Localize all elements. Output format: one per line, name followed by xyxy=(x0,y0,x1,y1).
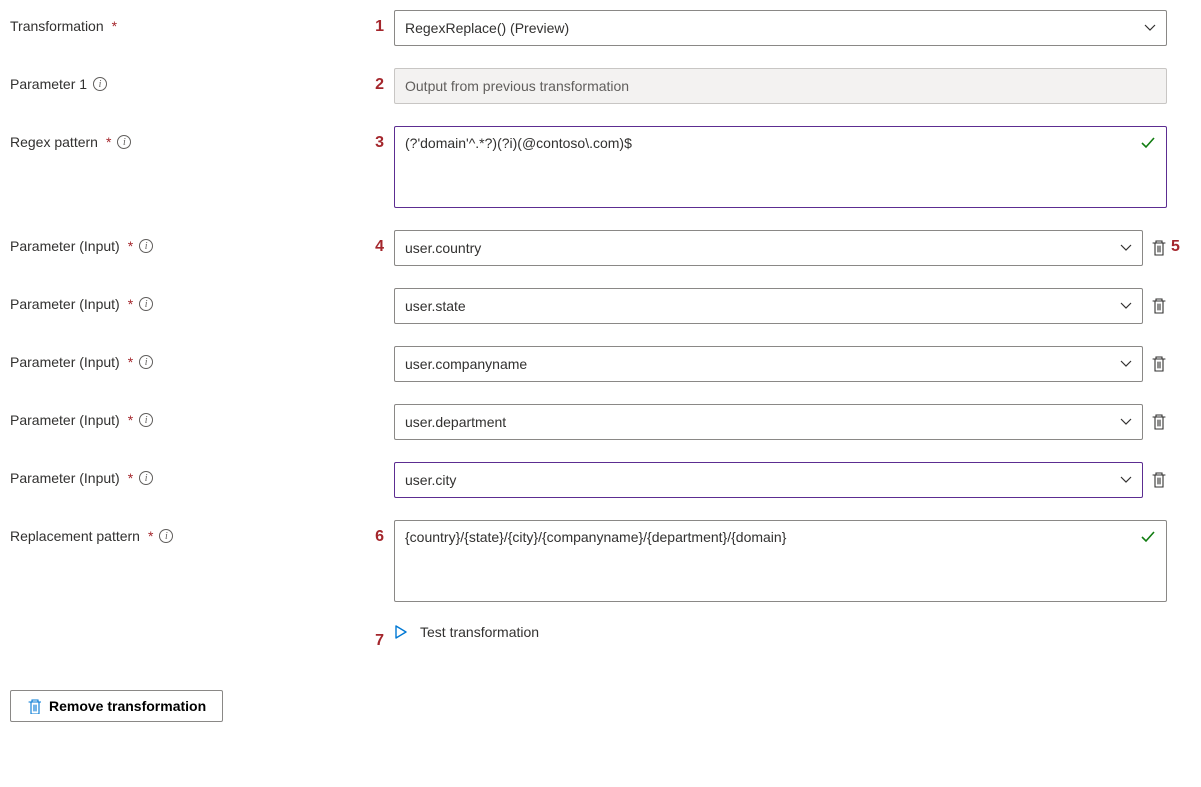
check-icon xyxy=(1140,529,1156,545)
chevron-down-icon xyxy=(1120,358,1132,370)
annotation- xyxy=(360,462,394,470)
parameter1-label: Parameter 1 xyxy=(10,76,87,92)
info-icon[interactable]: i xyxy=(159,529,173,543)
delete-param-button[interactable] xyxy=(1151,413,1167,431)
info-icon[interactable]: i xyxy=(139,355,153,369)
chevron-down-icon xyxy=(1120,474,1132,486)
delete-param-button[interactable] xyxy=(1151,471,1167,489)
param-input-label: Parameter (Input) xyxy=(10,354,120,370)
regex-label: Regex pattern xyxy=(10,134,98,150)
annotation-3: 3 xyxy=(360,126,394,152)
check-icon xyxy=(1140,135,1156,151)
required-asterisk: * xyxy=(128,470,133,486)
delete-param-button[interactable] xyxy=(1151,239,1167,257)
regex-value: (?'domain'^.*?)(?i)(@contoso\.com)$ xyxy=(405,135,632,151)
replacement-value: {country}/{state}/{city}/{companyname}/{… xyxy=(405,529,786,545)
required-asterisk: * xyxy=(128,238,133,254)
info-icon[interactable]: i xyxy=(139,471,153,485)
replacement-input[interactable]: {country}/{state}/{city}/{companyname}/{… xyxy=(394,520,1167,602)
transformation-value: RegexReplace() (Preview) xyxy=(405,20,569,36)
annotation-7: 7 xyxy=(360,624,394,650)
param-input-dropdown[interactable]: user.department xyxy=(394,404,1143,440)
param-input-label: Parameter (Input) xyxy=(10,296,120,312)
info-icon[interactable]: i xyxy=(93,77,107,91)
annotation- xyxy=(1167,404,1191,412)
remove-button-label: Remove transformation xyxy=(49,698,206,714)
param-input-label: Parameter (Input) xyxy=(10,412,120,428)
transformation-label: Transformation xyxy=(10,18,104,34)
info-icon[interactable]: i xyxy=(139,297,153,311)
param-input-label: Parameter (Input) xyxy=(10,470,120,486)
chevron-down-icon xyxy=(1120,242,1132,254)
test-transformation-link[interactable]: Test transformation xyxy=(394,624,539,640)
param-input-value: user.companyname xyxy=(405,356,527,372)
annotation- xyxy=(360,288,394,296)
required-asterisk: * xyxy=(112,18,117,34)
param-input-value: user.city xyxy=(405,472,456,488)
param-input-dropdown[interactable]: user.state xyxy=(394,288,1143,324)
chevron-down-icon xyxy=(1120,300,1132,312)
trash-icon xyxy=(27,698,41,714)
replacement-label: Replacement pattern xyxy=(10,528,140,544)
info-icon[interactable]: i xyxy=(117,135,131,149)
annotation- xyxy=(1167,462,1191,470)
test-link-label: Test transformation xyxy=(420,624,539,640)
annotation-6: 6 xyxy=(360,520,394,546)
annotation- xyxy=(1167,346,1191,354)
info-icon[interactable]: i xyxy=(139,239,153,253)
param-input-dropdown[interactable]: user.city xyxy=(394,462,1143,498)
annotation- xyxy=(360,404,394,412)
delete-param-button[interactable] xyxy=(1151,297,1167,315)
chevron-down-icon xyxy=(1120,416,1132,428)
param-input-value: user.department xyxy=(405,414,506,430)
required-asterisk: * xyxy=(128,354,133,370)
transformation-dropdown[interactable]: RegexReplace() (Preview) xyxy=(394,10,1167,46)
param-input-value: user.country xyxy=(405,240,481,256)
annotation-2: 2 xyxy=(360,68,394,94)
param-input-dropdown[interactable]: user.companyname xyxy=(394,346,1143,382)
info-icon[interactable]: i xyxy=(139,413,153,427)
regex-input[interactable]: (?'domain'^.*?)(?i)(@contoso\.com)$ xyxy=(394,126,1167,208)
annotation-4: 4 xyxy=(360,230,394,256)
required-asterisk: * xyxy=(148,528,153,544)
param-input-dropdown[interactable]: user.country xyxy=(394,230,1143,266)
required-asterisk: * xyxy=(128,412,133,428)
delete-param-button[interactable] xyxy=(1151,355,1167,373)
parameter1-placeholder: Output from previous transformation xyxy=(405,78,629,94)
param-input-value: user.state xyxy=(405,298,466,314)
annotation-5: 5 xyxy=(1167,230,1191,256)
remove-transformation-button[interactable]: Remove transformation xyxy=(10,690,223,722)
chevron-down-icon xyxy=(1144,22,1156,34)
annotation- xyxy=(1167,288,1191,296)
annotation-1: 1 xyxy=(360,10,394,36)
required-asterisk: * xyxy=(128,296,133,312)
param-input-label: Parameter (Input) xyxy=(10,238,120,254)
play-icon xyxy=(394,625,408,639)
required-asterisk: * xyxy=(106,134,111,150)
parameter1-input: Output from previous transformation xyxy=(394,68,1167,104)
annotation- xyxy=(360,346,394,354)
